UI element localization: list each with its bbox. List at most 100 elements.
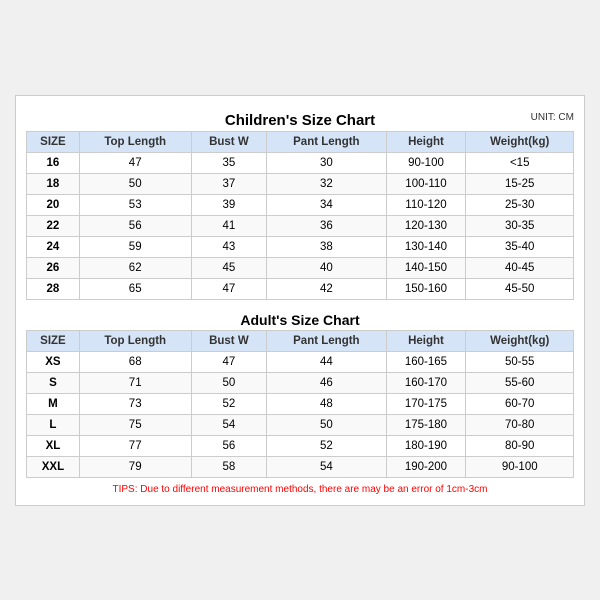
adult-chart-title: Adult's Size Chart: [26, 306, 574, 330]
table-cell: 100-110: [386, 173, 466, 194]
table-cell: 36: [267, 215, 386, 236]
table-cell: 48: [267, 393, 386, 414]
table-row: 18503732100-11015-25: [27, 173, 574, 194]
table-cell: 40: [267, 257, 386, 278]
col-weight: Weight(kg): [466, 131, 574, 152]
table-cell: 160-170: [386, 372, 466, 393]
table-cell: 47: [79, 152, 191, 173]
table-cell: 42: [267, 278, 386, 299]
table-cell: 16: [27, 152, 80, 173]
table-row: 22564136120-13030-35: [27, 215, 574, 236]
table-cell: 18: [27, 173, 80, 194]
col-bust-w: Bust W: [191, 330, 267, 351]
table-cell: 46: [267, 372, 386, 393]
table-cell: 15-25: [466, 173, 574, 194]
table-cell: 20: [27, 194, 80, 215]
table-cell: <15: [466, 152, 574, 173]
col-top-length: Top Length: [79, 131, 191, 152]
table-row: 20533934110-12025-30: [27, 194, 574, 215]
table-row: XS684744160-16550-55: [27, 351, 574, 372]
table-cell: 39: [191, 194, 267, 215]
table-cell: XXL: [27, 456, 80, 477]
table-row: L755450175-18070-80: [27, 414, 574, 435]
table-cell: 54: [191, 414, 267, 435]
children-table-body: 1647353090-100<1518503732100-11015-25205…: [27, 152, 574, 299]
children-size-table: SIZE Top Length Bust W Pant Length Heigh…: [26, 131, 574, 300]
table-cell: 68: [79, 351, 191, 372]
table-cell: 44: [267, 351, 386, 372]
table-cell: 71: [79, 372, 191, 393]
table-cell: 35-40: [466, 236, 574, 257]
table-row: XXL795854190-20090-100: [27, 456, 574, 477]
table-row: 26624540140-15040-45: [27, 257, 574, 278]
table-cell: 22: [27, 215, 80, 236]
size-chart-container: Children's Size Chart UNIT: CM SIZE Top …: [15, 95, 585, 506]
col-size: SIZE: [27, 330, 80, 351]
table-cell: 45-50: [466, 278, 574, 299]
children-header-row: SIZE Top Length Bust W Pant Length Heigh…: [27, 131, 574, 152]
table-cell: 56: [191, 435, 267, 456]
table-cell: 25-30: [466, 194, 574, 215]
table-cell: 58: [191, 456, 267, 477]
col-bust-w: Bust W: [191, 131, 267, 152]
table-cell: 59: [79, 236, 191, 257]
table-cell: 79: [79, 456, 191, 477]
unit-label: UNIT: CM: [531, 112, 574, 123]
table-cell: 70-80: [466, 414, 574, 435]
table-cell: 40-45: [466, 257, 574, 278]
table-cell: 50: [79, 173, 191, 194]
table-cell: 30-35: [466, 215, 574, 236]
table-cell: 175-180: [386, 414, 466, 435]
table-cell: S: [27, 372, 80, 393]
col-weight: Weight(kg): [466, 330, 574, 351]
table-cell: 50: [191, 372, 267, 393]
table-cell: M: [27, 393, 80, 414]
table-cell: 110-120: [386, 194, 466, 215]
table-cell: 77: [79, 435, 191, 456]
table-row: 28654742150-16045-50: [27, 278, 574, 299]
adult-header-row: SIZE Top Length Bust W Pant Length Heigh…: [27, 330, 574, 351]
table-cell: 120-130: [386, 215, 466, 236]
table-cell: 90-100: [466, 456, 574, 477]
table-cell: 65: [79, 278, 191, 299]
table-cell: 43: [191, 236, 267, 257]
col-top-length: Top Length: [79, 330, 191, 351]
table-row: S715046160-17055-60: [27, 372, 574, 393]
table-cell: 41: [191, 215, 267, 236]
table-cell: 160-165: [386, 351, 466, 372]
table-cell: 28: [27, 278, 80, 299]
table-cell: 45: [191, 257, 267, 278]
table-cell: 55-60: [466, 372, 574, 393]
table-cell: 140-150: [386, 257, 466, 278]
table-cell: 47: [191, 351, 267, 372]
table-cell: 54: [267, 456, 386, 477]
table-cell: 50: [267, 414, 386, 435]
table-cell: 80-90: [466, 435, 574, 456]
table-cell: 37: [191, 173, 267, 194]
table-cell: 50-55: [466, 351, 574, 372]
children-chart-title: Children's Size Chart UNIT: CM: [26, 106, 574, 131]
table-cell: 35: [191, 152, 267, 173]
table-cell: 34: [267, 194, 386, 215]
col-size: SIZE: [27, 131, 80, 152]
table-cell: L: [27, 414, 80, 435]
table-cell: 53: [79, 194, 191, 215]
table-cell: 180-190: [386, 435, 466, 456]
col-height: Height: [386, 131, 466, 152]
table-cell: 90-100: [386, 152, 466, 173]
table-cell: 62: [79, 257, 191, 278]
col-pant-length: Pant Length: [267, 330, 386, 351]
table-row: M735248170-17560-70: [27, 393, 574, 414]
col-pant-length: Pant Length: [267, 131, 386, 152]
table-cell: 24: [27, 236, 80, 257]
table-cell: 73: [79, 393, 191, 414]
table-cell: 26: [27, 257, 80, 278]
table-cell: 150-160: [386, 278, 466, 299]
table-cell: 75: [79, 414, 191, 435]
table-cell: 30: [267, 152, 386, 173]
table-cell: 52: [191, 393, 267, 414]
tips-text: TIPS: Due to different measurement metho…: [26, 484, 574, 495]
col-height: Height: [386, 330, 466, 351]
adult-size-table: SIZE Top Length Bust W Pant Length Heigh…: [26, 330, 574, 478]
table-row: 24594338130-14035-40: [27, 236, 574, 257]
